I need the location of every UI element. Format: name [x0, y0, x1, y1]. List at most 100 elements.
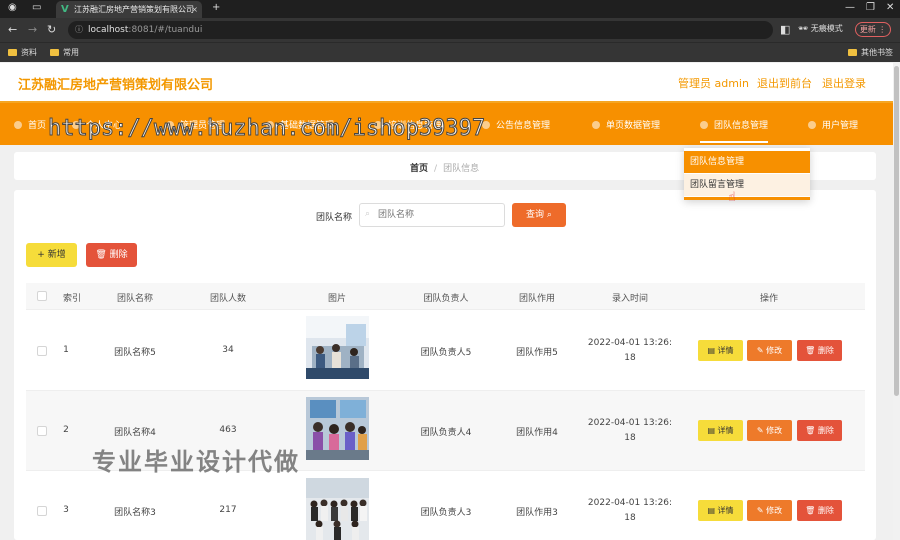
select-all-checkbox[interactable]	[37, 291, 47, 301]
breadcrumb-home[interactable]: 首页	[410, 164, 428, 174]
edit-button[interactable]: ✎ 修改	[747, 420, 792, 441]
menu-item-users[interactable]: 用户管理	[808, 118, 858, 131]
admin-label: 管理员 admin	[678, 77, 749, 90]
menu-item-team[interactable]: 团队信息管理	[700, 118, 769, 143]
team-leader: 团队负责人5	[420, 348, 472, 358]
browser-tab[interactable]: V 江苏融汇房地产营销策划有限公司 ×	[56, 1, 202, 18]
window-close-icon[interactable]: ✕	[886, 2, 894, 13]
column-header: 团队负责人	[423, 294, 469, 304]
edit-icon: ✎	[756, 346, 764, 355]
edit-icon: ✎	[756, 426, 764, 435]
menu-item-single-page[interactable]: 单页数据管理	[592, 118, 660, 131]
menu-item-notice[interactable]: 公告信息管理	[482, 118, 550, 131]
back-icon[interactable]: ←	[8, 23, 17, 36]
table-row: 1 团队名称5 34 团队负责人5 团队作用5 2022-04-01 13:26…	[26, 311, 865, 391]
breadcrumb: 首页 / 团队信息	[410, 161, 479, 174]
detail-icon: ▤	[707, 506, 715, 515]
delete-button[interactable]: 🗑 删除	[797, 340, 842, 361]
delete-button[interactable]: 🗑 删除	[797, 420, 842, 441]
url-input[interactable]: ⓘ localhost:8081/#/tuandui ☆	[68, 21, 828, 39]
folder-icon	[848, 49, 857, 56]
detail-button[interactable]: ▤ 详情	[698, 340, 743, 361]
edit-icon: ✎	[756, 506, 764, 515]
trash-icon: 🗑	[805, 506, 816, 515]
team-role: 团队作用5	[516, 348, 558, 358]
search-icon: ⌕	[365, 209, 371, 219]
row-checkbox[interactable]	[37, 426, 47, 436]
row-checkbox[interactable]	[37, 346, 47, 356]
delete-button[interactable]: 🗑 删除	[797, 500, 842, 521]
entry-time: 2022-04-01 13:26: 18	[587, 418, 673, 443]
column-header: 录入时间	[611, 294, 649, 304]
row-checkbox[interactable]	[37, 506, 47, 516]
edit-button[interactable]: ✎ 修改	[747, 500, 792, 521]
plus-icon: +	[37, 250, 45, 260]
team-photo	[306, 478, 369, 540]
submenu-item-team-messages[interactable]: 团队留言管理	[684, 174, 810, 196]
tab-close-icon[interactable]: ×	[191, 1, 198, 18]
users-icon	[808, 121, 816, 129]
info-icon[interactable]: ⓘ	[75, 21, 83, 39]
forward-icon[interactable]: →	[28, 23, 37, 36]
incognito-indicator[interactable]: 🕶 无痕模式	[798, 23, 843, 34]
column-header: 索引	[62, 294, 82, 304]
breadcrumb-separator: /	[434, 164, 438, 174]
batch-delete-button[interactable]: 🗑 删除	[86, 243, 137, 267]
submenu-item-team-info[interactable]: 团队信息管理	[684, 151, 810, 173]
reload-icon[interactable]: ↻	[47, 23, 56, 36]
breadcrumb-current: 团队信息	[443, 164, 480, 174]
team-name: 团队名称5	[114, 348, 156, 358]
query-button[interactable]: 查询 ⌕	[512, 203, 566, 227]
tab-title: 江苏融汇房地产营销策划有限公司	[74, 5, 194, 14]
brand-title: 江苏融汇房地产营销策划有限公司	[18, 78, 214, 93]
minimize-icon[interactable]: —	[845, 2, 855, 13]
logout-link[interactable]: 退出登录	[822, 75, 866, 91]
team-count: 463	[219, 425, 237, 435]
browser-menu-icon[interactable]: ◉	[8, 2, 17, 13]
table-row: 3 团队名称3 217 团队负责人3 团队作用3 2022-04-01 13:2…	[26, 471, 865, 540]
bookmark-folder-2[interactable]: 常用	[50, 47, 79, 58]
team-count: 217	[219, 505, 237, 515]
url-host: localhost	[88, 25, 129, 35]
column-header: 团队作用	[518, 294, 556, 304]
update-label: 更新	[859, 25, 876, 34]
other-bookmarks[interactable]: 其他书签	[848, 47, 893, 58]
team-name: 团队名称4	[114, 428, 156, 438]
detail-icon: ▤	[707, 346, 715, 355]
page-icon	[592, 121, 600, 129]
incognito-label: 无痕模式	[810, 24, 843, 33]
column-header: 团队人数	[209, 294, 247, 304]
home-icon	[14, 121, 22, 129]
trash-icon: 🗑	[805, 426, 816, 435]
trash-icon: 🗑	[805, 346, 816, 355]
folder-icon	[8, 49, 17, 56]
bookmark-folder-1[interactable]: 资料	[8, 47, 37, 58]
menu-item-home[interactable]: 首页	[14, 118, 46, 131]
browser-address-bar: ← → ↻ ⓘ localhost:8081/#/tuandui ☆ ◧ 🕶 无…	[0, 18, 900, 42]
back-to-front-link[interactable]: 退出到前台	[757, 75, 812, 91]
scrollbar-thumb[interactable]	[894, 66, 899, 396]
search-input[interactable]	[359, 203, 505, 227]
side-panel-icon[interactable]: ◧	[780, 23, 790, 36]
edit-button[interactable]: ✎ 修改	[747, 340, 792, 361]
search-icon: ⌕	[546, 210, 552, 220]
team-submenu: 团队信息管理 团队留言管理	[684, 148, 810, 200]
mouse-cursor-icon: ☝	[728, 190, 736, 205]
team-photo	[306, 397, 369, 460]
new-tab-icon[interactable]: +	[212, 2, 220, 13]
detail-button[interactable]: ▤ 详情	[698, 500, 743, 521]
table-header: 索引 团队名称 团队人数 图片 团队负责人 团队作用 录入时间 操作	[26, 283, 865, 310]
add-button[interactable]: + 新增	[26, 243, 77, 267]
column-header: 操作	[759, 294, 779, 304]
bookmarks-bar: 资料 常用 其他书签	[0, 42, 900, 62]
row-index: 3	[63, 505, 69, 515]
detail-button[interactable]: ▤ 详情	[698, 420, 743, 441]
restore-icon[interactable]: ❐	[866, 2, 875, 13]
team-count: 34	[222, 345, 234, 355]
column-header: 图片	[327, 294, 347, 304]
update-button[interactable]: 更新 ⋮	[855, 22, 891, 37]
detail-icon: ▤	[707, 426, 715, 435]
row-index: 1	[63, 345, 69, 355]
team-role: 团队作用4	[516, 428, 558, 438]
tab-switcher-icon[interactable]: ▭	[32, 2, 41, 13]
